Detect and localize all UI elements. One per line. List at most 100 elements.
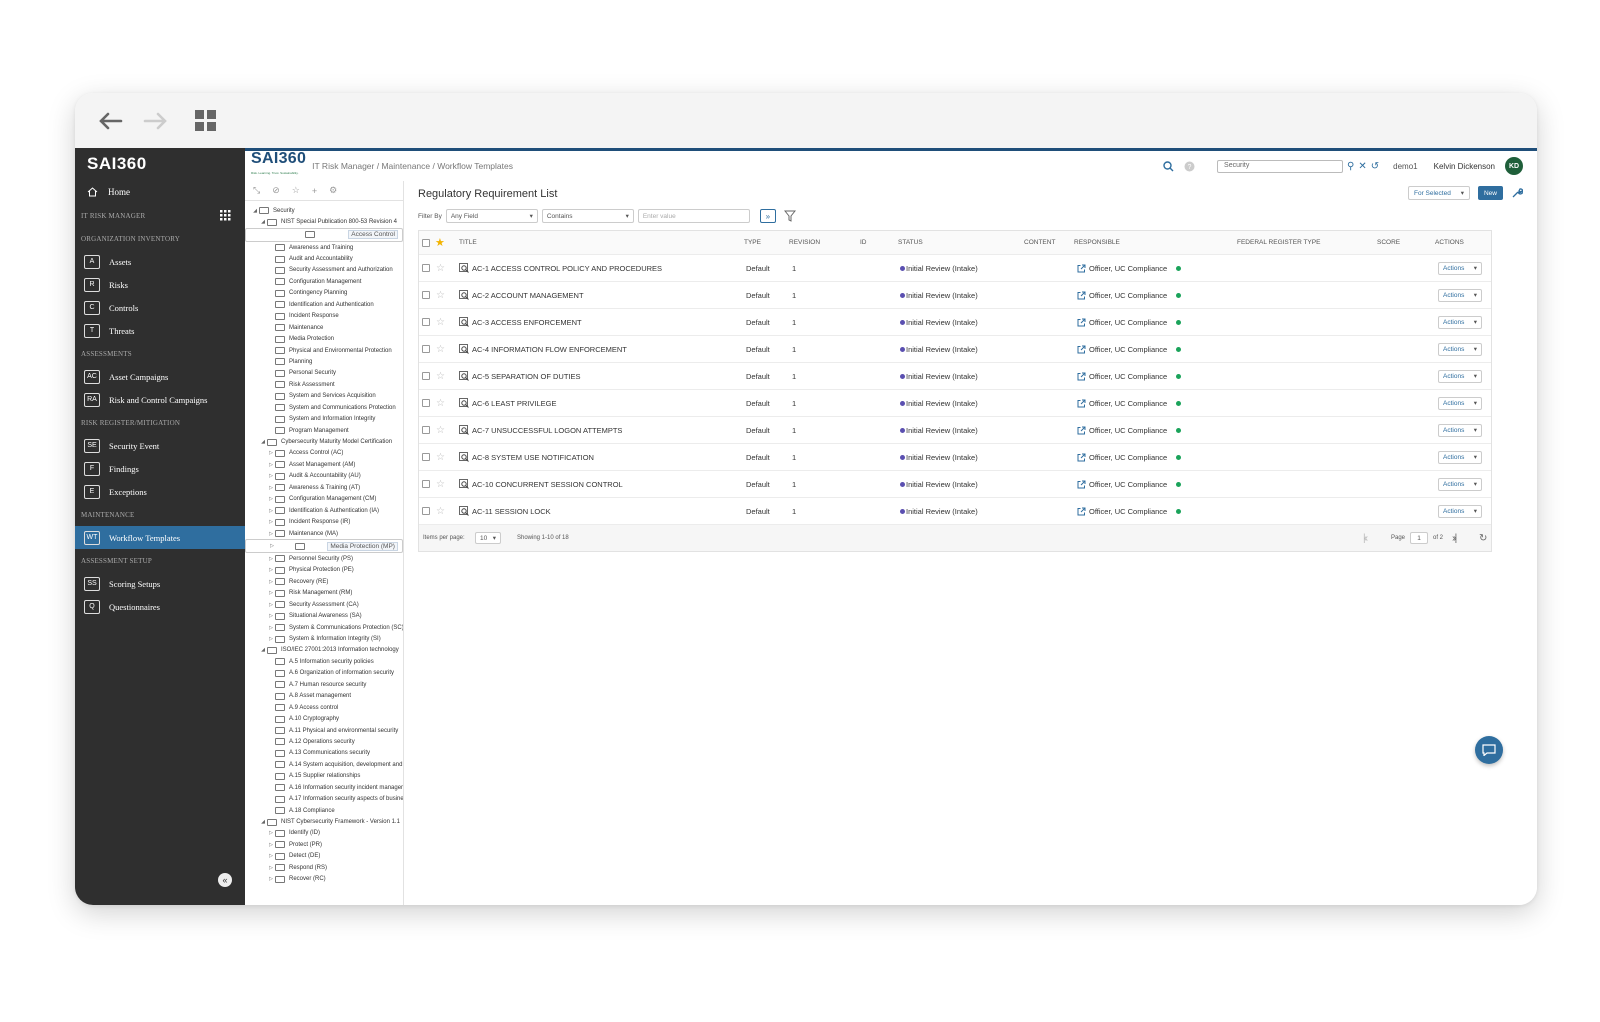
filter-icon[interactable] — [783, 210, 796, 222]
tree-node[interactable]: ▷ Media Protection (MP) — [245, 539, 403, 554]
row-title[interactable]: AC-7 UNSUCCESSFUL LOGON ATTEMPTS — [472, 426, 622, 435]
for-selected-dropdown[interactable]: For Selected ▾ — [1407, 186, 1470, 200]
external-link-icon[interactable] — [1077, 426, 1086, 435]
gear-icon[interactable]: ⚙ — [329, 185, 337, 196]
collapsed-caret-icon[interactable]: ▷ — [267, 450, 275, 456]
expanded-caret-icon[interactable]: ◢ — [259, 219, 267, 225]
col-status[interactable]: STATUS — [898, 231, 923, 254]
tree-node[interactable]: System and Communications Protection — [245, 402, 403, 413]
tree-node[interactable]: ▷ Detect (DE) — [245, 851, 403, 862]
magnify-icon[interactable] — [459, 425, 469, 435]
history-icon[interactable]: ↺ — [1371, 161, 1379, 172]
apply-filter-button[interactable]: » — [759, 209, 776, 223]
collapsed-caret-icon[interactable]: ▷ — [267, 567, 275, 573]
actions-dropdown[interactable]: Actions ▾ — [1438, 396, 1482, 410]
sidebar-item-controls[interactable]: C Controls — [75, 296, 245, 319]
clear-icon[interactable]: ✕ — [1358, 161, 1366, 172]
tree-node[interactable]: ▷ Protect (PR) — [245, 839, 403, 850]
collapse-sidebar-icon[interactable]: « — [218, 873, 232, 887]
col-type[interactable]: TYPE — [744, 231, 761, 254]
collapsed-caret-icon[interactable]: ▷ — [268, 543, 276, 549]
filter-operator-select[interactable]: Contains ▾ — [541, 209, 634, 223]
collapsed-caret-icon[interactable]: ▷ — [267, 636, 275, 642]
external-link-icon[interactable] — [1077, 480, 1086, 489]
col-id[interactable]: ID — [860, 231, 867, 254]
row-checkbox[interactable] — [422, 318, 430, 326]
first-page-icon[interactable]: |‹‹ — [1363, 525, 1368, 551]
tree-node[interactable]: A.10 Cryptography — [245, 713, 403, 724]
tree-node[interactable]: A.6 Organization of information security — [245, 668, 403, 679]
favorite-star-icon[interactable]: ☆ — [436, 309, 445, 335]
tree-node[interactable]: ▷ Awareness & Training (AT) — [245, 482, 403, 493]
magnify-icon[interactable] — [459, 344, 469, 354]
row-title[interactable]: AC-4 INFORMATION FLOW ENFORCEMENT — [472, 345, 627, 354]
tree-node[interactable]: System and Information Integrity — [245, 413, 403, 424]
magnify-icon[interactable] — [459, 452, 469, 462]
tree-node[interactable]: A.12 Operations security — [245, 736, 403, 747]
wrench-icon[interactable] — [1511, 187, 1523, 199]
tree-node[interactable]: Identification and Authentication — [245, 299, 403, 310]
sidebar-item-questionnaires[interactable]: Q Questionnaires — [75, 595, 245, 618]
tree-node[interactable]: Personal Security — [245, 368, 403, 379]
collapsed-caret-icon[interactable]: ▷ — [267, 496, 275, 502]
row-checkbox[interactable] — [422, 291, 430, 299]
filter-field-select[interactable]: Any Field ▾ — [445, 209, 538, 223]
sidebar-item-security-event[interactable]: SE Security Event — [75, 434, 245, 457]
collapsed-caret-icon[interactable]: ▷ — [267, 613, 275, 619]
tree-node[interactable]: ▷ System & Information Integrity (SI) — [245, 633, 403, 644]
favorite-star-icon[interactable]: ☆ — [436, 417, 445, 443]
tree-node[interactable]: ▷ Physical Protection (PE) — [245, 565, 403, 576]
tree-node[interactable]: Contingency Planning — [245, 288, 403, 299]
filter-value-input[interactable]: Enter value — [637, 209, 750, 223]
tree-node[interactable]: ▷ Maintenance (MA) — [245, 528, 403, 539]
sidebar-item-findings[interactable]: F Findings — [75, 457, 245, 480]
row-responsible[interactable]: Officer, UC Compliance — [1089, 264, 1167, 273]
favorite-star-icon[interactable]: ☆ — [436, 255, 445, 281]
hide-icon[interactable]: ⊘ — [272, 185, 280, 196]
actions-dropdown[interactable]: Actions ▾ — [1438, 288, 1482, 302]
actions-dropdown[interactable]: Actions ▾ — [1438, 369, 1482, 383]
table-row[interactable]: ☆ AC-3 ACCESS ENFORCEMENT Default 1 Init… — [419, 309, 1491, 336]
expand-icon[interactable]: ⤡ — [253, 185, 260, 196]
help-icon[interactable]: ? — [1184, 161, 1195, 172]
search-icon[interactable] — [1163, 160, 1174, 172]
user-name[interactable]: Kelvin Dickenson — [1434, 162, 1495, 171]
row-checkbox[interactable] — [422, 426, 430, 434]
collapsed-caret-icon[interactable]: ▷ — [267, 830, 275, 836]
tree-node[interactable]: ▷ Audit & Accountability (AU) — [245, 471, 403, 482]
row-title[interactable]: AC-8 SYSTEM USE NOTIFICATION — [472, 453, 594, 462]
expanded-caret-icon[interactable]: ◢ — [259, 439, 267, 445]
col-content[interactable]: CONTENT — [1024, 231, 1055, 254]
tree-node[interactable]: ▷ Respond (RS) — [245, 862, 403, 873]
tree-node[interactable]: A.5 Information security policies — [245, 656, 403, 667]
magnify-icon[interactable] — [459, 506, 469, 516]
actions-dropdown[interactable]: Actions ▾ — [1438, 450, 1482, 464]
tree-node[interactable]: Audit and Accountability — [245, 253, 403, 264]
external-link-icon[interactable] — [1077, 264, 1086, 273]
sidebar-item-assets[interactable]: A Assets — [75, 250, 245, 273]
actions-dropdown[interactable]: Actions ▾ — [1438, 342, 1482, 356]
expanded-caret-icon[interactable]: ◢ — [259, 647, 267, 653]
tree-node[interactable]: ▷ Incident Response (IR) — [245, 516, 403, 527]
magnify-icon[interactable] — [459, 263, 469, 273]
col-responsible[interactable]: RESPONSIBLE — [1074, 231, 1120, 254]
last-page-icon[interactable]: ››| — [1452, 525, 1457, 551]
collapsed-caret-icon[interactable]: ▷ — [267, 531, 275, 537]
sidebar-item-risk-and-control-campaigns[interactable]: RA Risk and Control Campaigns — [75, 388, 245, 411]
tree-node[interactable]: Media Protection — [245, 333, 403, 344]
global-search-input[interactable]: Security — [1217, 159, 1344, 173]
table-row[interactable]: ☆ AC-8 SYSTEM USE NOTIFICATION Default 1… — [419, 444, 1491, 471]
new-button[interactable]: New — [1477, 186, 1503, 200]
magnify-icon[interactable] — [459, 479, 469, 489]
col-title[interactable]: TITLE — [459, 231, 477, 254]
row-checkbox[interactable] — [422, 480, 430, 488]
collapsed-caret-icon[interactable]: ▷ — [267, 519, 275, 525]
user-short[interactable]: demo1 — [1393, 162, 1417, 171]
favorites-star-icon[interactable]: ★ — [435, 231, 445, 254]
tree-node[interactable]: ▷ Recover (RC) — [245, 874, 403, 885]
star-icon[interactable]: ☆ — [292, 185, 300, 196]
collapsed-caret-icon[interactable]: ▷ — [267, 462, 275, 468]
sidebar-item-asset-campaigns[interactable]: AC Asset Campaigns — [75, 365, 245, 388]
collapsed-caret-icon[interactable]: ▷ — [267, 579, 275, 585]
actions-dropdown[interactable]: Actions ▾ — [1438, 423, 1482, 437]
